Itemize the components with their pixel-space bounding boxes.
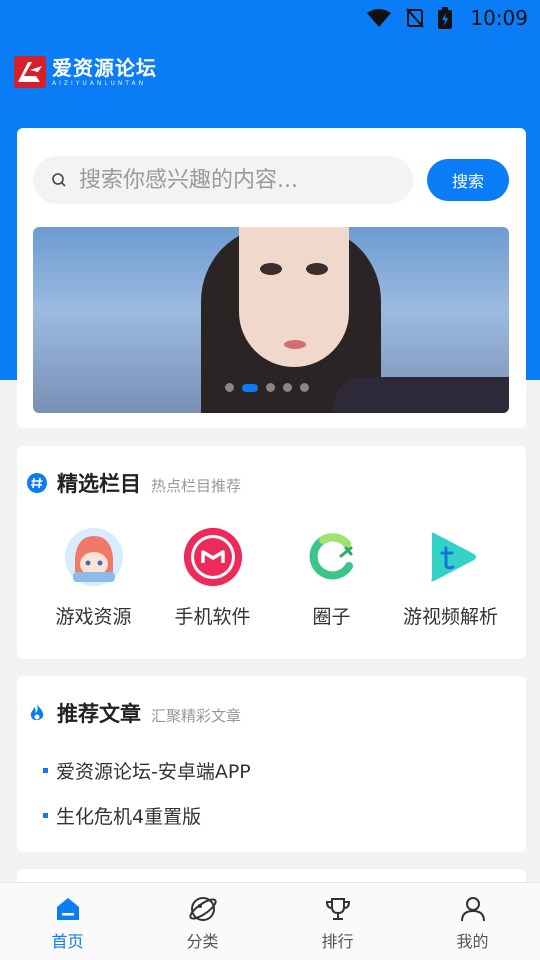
search-input[interactable] [79, 167, 399, 193]
featured-title: 精选栏目 [57, 472, 141, 496]
category-label: 游视频解析 [402, 606, 498, 628]
hashtag-icon [27, 473, 47, 493]
status-bar: 10:09 [0, 0, 540, 36]
flame-icon [30, 704, 44, 721]
search-box[interactable] [33, 156, 413, 204]
banner-dot-active[interactable] [242, 383, 258, 392]
category-item-game-resources[interactable]: 游戏资源 [34, 528, 153, 629]
tab-label: 首页 [51, 932, 84, 951]
bottom-tab-bar: 首页 分类 排行 我的 [0, 882, 540, 960]
battery-icon [438, 7, 452, 29]
banner-dot[interactable] [283, 383, 292, 392]
category-item-mobile-software[interactable]: 手机软件 [153, 528, 272, 629]
logo-text: 爱资源论坛 [52, 56, 157, 80]
banner-dot[interactable] [266, 383, 275, 392]
banner-dot[interactable] [300, 383, 309, 392]
search-button[interactable]: 搜索 [427, 159, 509, 201]
wifi-icon [367, 9, 391, 27]
planet-icon [188, 897, 217, 921]
status-time: 10:09 [470, 6, 528, 30]
logo-mark-icon [14, 56, 46, 88]
home-icon [56, 898, 79, 920]
banner-carousel[interactable] [33, 227, 509, 413]
status-icons [366, 7, 452, 29]
user-icon [460, 897, 485, 922]
banner-dots [225, 383, 309, 392]
no-signal-icon [406, 8, 424, 28]
anime-avatar-icon [64, 528, 123, 586]
circle-swirl-icon [303, 528, 361, 586]
search-icon [52, 173, 66, 187]
category-item-circle[interactable]: 圈子 [272, 528, 391, 629]
tab-mine[interactable]: 我的 [405, 883, 540, 960]
bullet-icon [43, 813, 48, 818]
category-grid: 游戏资源 手机软件 圈子 游视频解析 [17, 528, 526, 629]
bullet-icon [43, 768, 48, 773]
featured-header: 精选栏目 热点栏目推荐 [27, 468, 241, 498]
tab-ranking[interactable]: 排行 [270, 883, 405, 960]
banner-dot[interactable] [225, 383, 234, 392]
app-logo: 爱资源论坛 AIZIYUANLUNTAN [14, 56, 157, 88]
articles-section: 推荐文章 汇聚精彩文章 爱资源论坛-安卓端APP 生化危机4重置版 [17, 676, 526, 852]
trophy-icon [325, 898, 350, 920]
category-label: 游戏资源 [55, 606, 132, 628]
tab-label: 我的 [456, 932, 489, 951]
video-play-icon [422, 528, 480, 586]
featured-section: 精选栏目 热点栏目推荐 游戏资源 手机软件 圈子 游视频解析 [17, 446, 526, 659]
articles-header: 推荐文章 汇聚精彩文章 [27, 698, 241, 728]
article-item[interactable]: 生化危机4重置版 [43, 793, 251, 838]
article-title: 爱资源论坛-安卓端APP [56, 761, 251, 783]
articles-title: 推荐文章 [57, 702, 141, 726]
category-label: 手机软件 [174, 606, 251, 628]
tab-home[interactable]: 首页 [0, 883, 135, 960]
tab-label: 排行 [321, 932, 354, 951]
article-item[interactable]: 爱资源论坛-安卓端APP [43, 748, 251, 793]
logo-subtext: AIZIYUANLUNTAN [52, 80, 147, 87]
category-label: 圈子 [312, 606, 351, 628]
featured-subtitle: 热点栏目推荐 [151, 477, 242, 495]
pink-app-icon [183, 528, 242, 586]
article-title: 生化危机4重置版 [56, 806, 202, 828]
tab-label: 分类 [186, 932, 219, 951]
search-card: 搜索 [17, 128, 526, 428]
tab-category[interactable]: 分类 [135, 883, 270, 960]
category-item-video-parse[interactable]: 游视频解析 [391, 528, 510, 629]
articles-subtitle: 汇聚精彩文章 [151, 707, 242, 725]
article-list: 爱资源论坛-安卓端APP 生化危机4重置版 [43, 748, 251, 838]
